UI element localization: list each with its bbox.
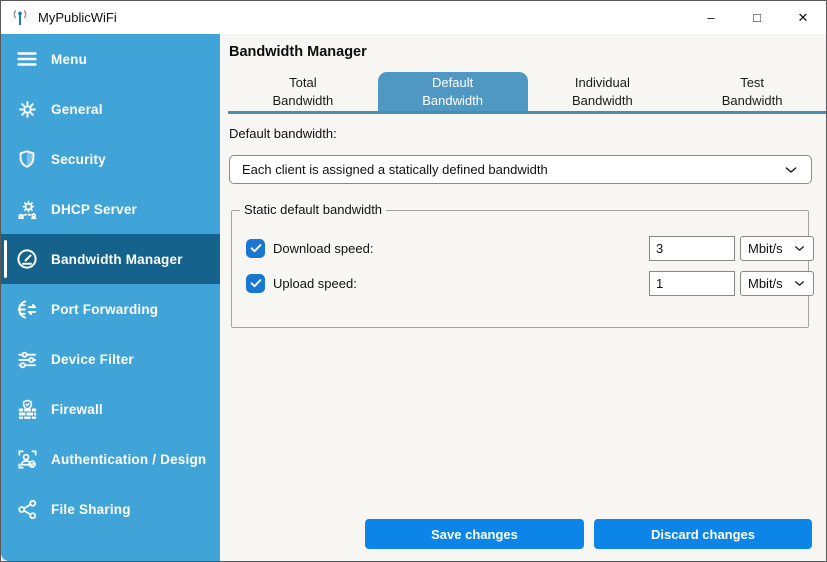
upload-speed-input[interactable] <box>649 271 735 296</box>
sidebar-item-dhcp-server[interactable]: DHCP Server <box>1 184 220 234</box>
maximize-button[interactable]: □ <box>734 1 780 34</box>
sidebar-item-label: File Sharing <box>51 502 131 517</box>
sidebar-item-security[interactable]: Security <box>1 134 220 184</box>
tab-label-line: Bandwidth <box>572 92 633 110</box>
save-changes-button[interactable]: Save changes <box>365 519 584 549</box>
firewall-icon <box>15 397 39 421</box>
app-window: MyPublicWiFi – □ ✕ Menu General Security <box>0 0 827 562</box>
sidebar-item-label: Port Forwarding <box>51 302 158 317</box>
default-bandwidth-selected-option: Each client is assigned a statically def… <box>242 162 548 177</box>
sidebar-item-label: General <box>51 102 103 117</box>
sidebar-item-file-sharing[interactable]: File Sharing <box>1 484 220 534</box>
port-forwarding-icon <box>15 297 39 321</box>
tab-total-bandwidth[interactable]: Total Bandwidth <box>228 72 378 111</box>
title-bar: MyPublicWiFi – □ ✕ <box>1 1 826 34</box>
groupbox-legend: Static default bandwidth <box>240 202 386 217</box>
authentication-icon <box>15 447 39 471</box>
sidebar-item-menu[interactable]: Menu <box>1 34 220 84</box>
sidebar-item-label: Bandwidth Manager <box>51 252 183 267</box>
tab-individual-bandwidth[interactable]: Individual Bandwidth <box>528 72 678 111</box>
tab-test-bandwidth[interactable]: Test Bandwidth <box>677 72 827 111</box>
sidebar-item-firewall[interactable]: Firewall <box>1 384 220 434</box>
tab-label-line: Bandwidth <box>422 92 483 110</box>
tab-label-line: Individual <box>575 74 630 92</box>
download-speed-unit-select[interactable]: Mbit/s <box>740 236 814 261</box>
tab-default-bandwidth[interactable]: Default Bandwidth <box>378 72 528 111</box>
download-speed-label: Download speed: <box>273 241 373 256</box>
download-speed-input[interactable] <box>649 236 735 261</box>
download-speed-checkbox[interactable] <box>246 239 265 258</box>
speedometer-icon <box>15 247 39 271</box>
upload-speed-checkbox[interactable] <box>246 274 265 293</box>
sidebar-item-label: Menu <box>51 52 87 67</box>
sidebar-item-label: Authentication / Design <box>51 452 206 467</box>
gear-icon <box>15 97 39 121</box>
chevron-down-icon <box>793 242 806 255</box>
main-content: Bandwidth Manager Total Bandwidth Defaul… <box>220 34 826 561</box>
dhcp-server-icon <box>15 197 39 221</box>
chevron-down-icon <box>783 162 799 178</box>
sidebar-item-label: Device Filter <box>51 352 134 367</box>
shield-icon <box>15 147 39 171</box>
menu-icon <box>15 47 39 71</box>
close-button[interactable]: ✕ <box>780 1 826 34</box>
sidebar-item-authentication-design[interactable]: Authentication / Design <box>1 434 220 484</box>
default-bandwidth-label: Default bandwidth: <box>229 126 337 141</box>
sidebar: Menu General Security DHCP Server Bandwi <box>1 34 220 561</box>
wifi-antenna-icon <box>10 8 30 28</box>
tab-label-line: Default <box>432 74 473 92</box>
minimize-button[interactable]: – <box>688 1 734 34</box>
sidebar-item-general[interactable]: General <box>1 84 220 134</box>
download-speed-unit-value: Mbit/s <box>748 241 783 256</box>
default-bandwidth-select[interactable]: Each client is assigned a statically def… <box>229 155 812 184</box>
window-controls: – □ ✕ <box>688 1 826 34</box>
tab-label-line: Total <box>289 74 316 92</box>
sidebar-item-label: DHCP Server <box>51 202 137 217</box>
page-title: Bandwidth Manager <box>229 44 367 60</box>
tab-underline <box>228 111 827 114</box>
sidebar-item-port-forwarding[interactable]: Port Forwarding <box>1 284 220 334</box>
sidebar-item-device-filter[interactable]: Device Filter <box>1 334 220 384</box>
chevron-down-icon <box>793 277 806 290</box>
tab-label-line: Test <box>740 74 764 92</box>
download-speed-row: Download speed: Mbit/s <box>246 235 794 261</box>
upload-speed-unit-select[interactable]: Mbit/s <box>740 271 814 296</box>
upload-speed-label: Upload speed: <box>273 276 357 291</box>
tab-label-line: Bandwidth <box>722 92 783 110</box>
sidebar-item-label: Firewall <box>51 402 103 417</box>
sliders-icon <box>15 347 39 371</box>
sidebar-item-bandwidth-manager[interactable]: Bandwidth Manager <box>1 234 220 284</box>
upload-speed-unit-value: Mbit/s <box>748 276 783 291</box>
share-icon <box>15 497 39 521</box>
tab-bar: Total Bandwidth Default Bandwidth Indivi… <box>228 72 827 111</box>
discard-changes-button[interactable]: Discard changes <box>594 519 812 549</box>
tab-label-line: Bandwidth <box>273 92 334 110</box>
static-default-bandwidth-group: Static default bandwidth Download speed:… <box>231 210 809 328</box>
upload-speed-row: Upload speed: Mbit/s <box>246 270 794 296</box>
sidebar-item-label: Security <box>51 152 106 167</box>
window-title: MyPublicWiFi <box>38 10 117 25</box>
